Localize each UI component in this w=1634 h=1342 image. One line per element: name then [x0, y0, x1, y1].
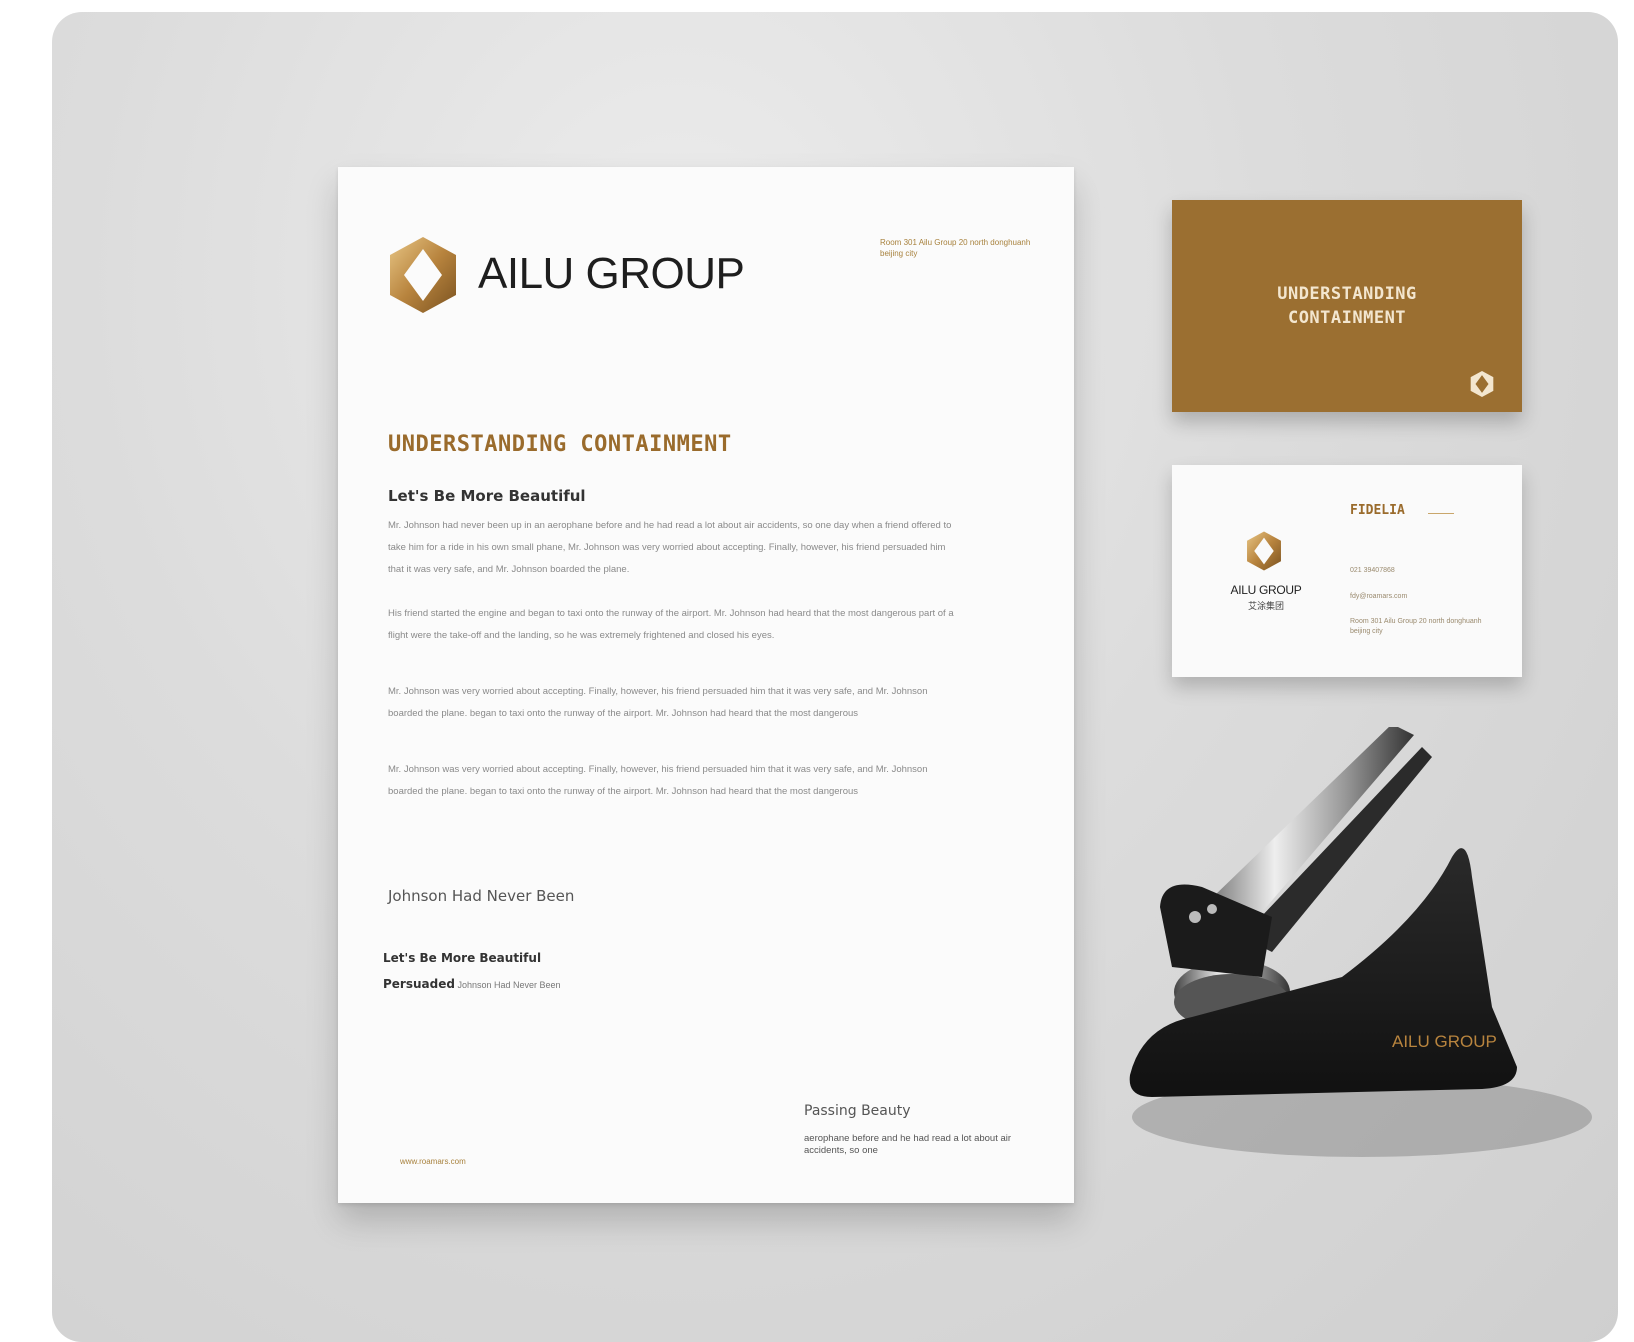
letter-paragraph: His friend started the engine and began …	[388, 608, 954, 641]
closing-line: Persuaded Johnson Had Never Been	[383, 977, 561, 991]
letter-paragraph: Mr. Johnson had never been up in an aero…	[388, 520, 952, 575]
closing-label: Persuaded	[383, 977, 455, 991]
business-card-back: AILU GROUP 艾涂集团 FIDELIA 021 39407868 fdy…	[1172, 465, 1522, 677]
card-front-title: UNDERSTANDING CONTAINMENT	[1277, 284, 1417, 328]
hexagon-diamond-logo-icon	[1470, 370, 1494, 398]
letter-paragraph: Mr. Johnson was very worried about accep…	[388, 686, 928, 719]
passing-text: aerophane before and he had read a lot a…	[804, 1133, 1012, 1156]
card-brand-chinese: 艾涂集团	[1247, 601, 1284, 611]
card-brand: AILU GROUP	[1230, 583, 1302, 597]
closing-text: Johnson Had Never Been	[457, 980, 561, 990]
hexagon-diamond-logo-icon	[1247, 531, 1281, 571]
embosser-label: AILU GROUP	[1392, 1032, 1497, 1051]
embosser-seal-press: AILU GROUP	[1129, 727, 1592, 1157]
card-email: fdy@roamars.com	[1350, 593, 1408, 600]
letter-paragraph: Mr. Johnson was very worried about accep…	[388, 764, 928, 797]
website: www.roamars.com	[400, 1157, 466, 1166]
card-person-name: FIDELIA	[1350, 503, 1405, 518]
letterhead-sheet: AILU GROUP Room 301 Ailu Group 20 north …	[338, 167, 1074, 1203]
business-card-front: UNDERSTANDING CONTAINMENT	[1172, 200, 1522, 412]
card-address: Room 301 Ailu Group 20 north donghuanh b…	[1350, 618, 1482, 635]
brand-name: AILU GROUP	[478, 249, 745, 298]
letter-headline: UNDERSTANDING CONTAINMENT	[388, 432, 732, 457]
card-phone: 021 39407868	[1350, 567, 1395, 574]
passing-title: Passing Beauty	[804, 1103, 911, 1119]
hexagon-diamond-logo-icon	[390, 237, 456, 313]
letterhead-address: Room 301 Ailu Group 20 north donghuanh b…	[880, 238, 1031, 258]
signature-name: Johnson Had Never Been	[388, 887, 575, 905]
card-rule	[1428, 513, 1454, 514]
closing-heading: Let's Be More Beautiful	[383, 951, 542, 965]
mockup-background: AILU GROUP Room 301 Ailu Group 20 north …	[52, 12, 1618, 1342]
letter-subheading: Let's Be More Beautiful	[388, 487, 586, 505]
